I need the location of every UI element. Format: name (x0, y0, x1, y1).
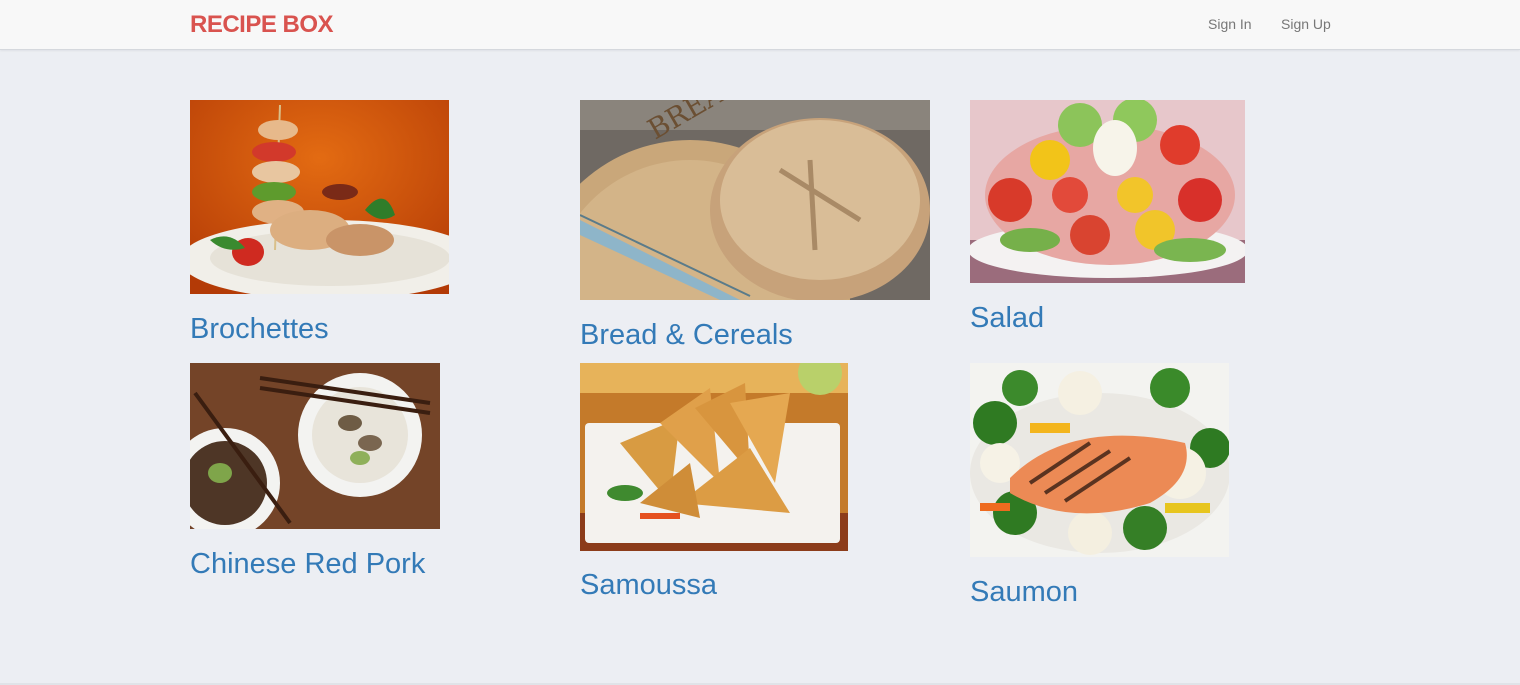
chinese-red-pork-image[interactable] (190, 363, 440, 529)
sign-up-link[interactable]: Sign Up (1281, 16, 1331, 32)
salad-image[interactable] (970, 100, 1245, 283)
recipe-title-brochettes[interactable]: Brochettes (190, 313, 329, 346)
brochettes-image[interactable] (190, 100, 449, 294)
samoussa-image[interactable] (580, 363, 848, 551)
recipe-card-bread-cereals[interactable]: BREAD Bread & Cereals (580, 100, 940, 351)
saumon-image[interactable] (970, 363, 1229, 557)
recipe-card-salad[interactable]: Salad (970, 100, 1270, 334)
recipe-card-samoussa[interactable]: Samoussa (580, 363, 880, 601)
recipe-title-salad[interactable]: Salad (970, 302, 1044, 335)
navbar: RECIPE BOX Sign In Sign Up (0, 0, 1520, 50)
recipe-title-saumon[interactable]: Saumon (970, 576, 1078, 609)
recipe-title-bread-cereals[interactable]: Bread & Cereals (580, 319, 793, 352)
recipe-title-samoussa[interactable]: Samoussa (580, 569, 717, 602)
sign-in-link[interactable]: Sign In (1208, 16, 1252, 32)
recipe-card-brochettes[interactable]: Brochettes (190, 100, 490, 345)
bread-image[interactable]: BREAD (580, 100, 930, 300)
recipe-card-chinese-red-pork[interactable]: Chinese Red Pork (190, 363, 510, 580)
brand-logo[interactable]: RECIPE BOX (190, 11, 334, 39)
recipe-title-chinese-red-pork[interactable]: Chinese Red Pork (190, 548, 425, 581)
recipe-card-saumon[interactable]: Saumon (970, 363, 1270, 608)
